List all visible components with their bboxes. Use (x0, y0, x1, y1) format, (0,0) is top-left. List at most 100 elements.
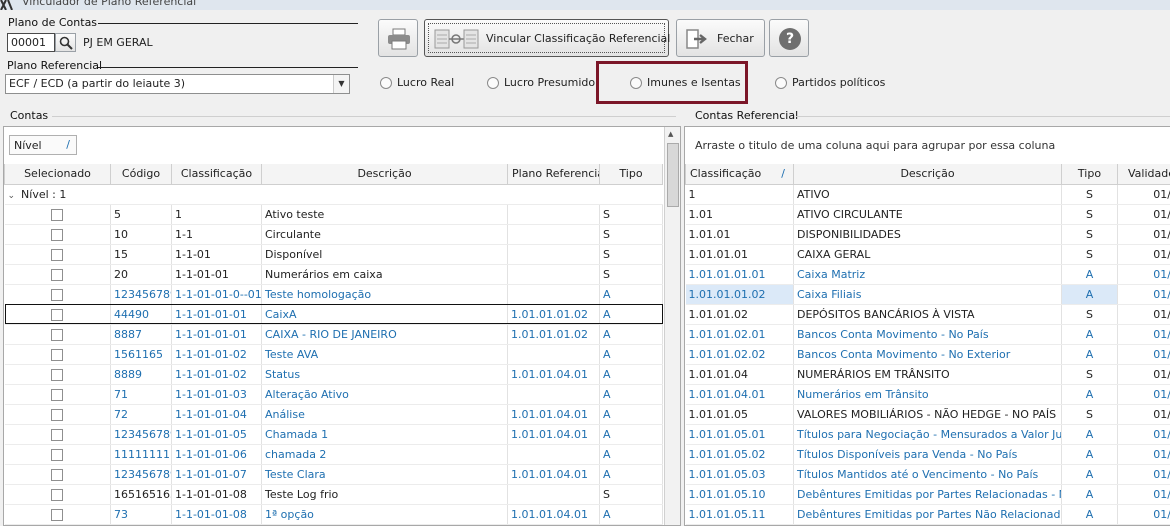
column-header[interactable]: Descrição (793, 164, 1062, 185)
search-button[interactable] (55, 33, 76, 52)
link-classification-icon (434, 29, 479, 49)
scroll-thumb[interactable] (667, 143, 679, 207)
cell-descricao: NUMERÁRIOS EM TRÂNSITO (793, 364, 1062, 385)
table-row[interactable]: 1.01.01.01.01Caixa MatrizA01/01 (685, 264, 1170, 285)
help-button[interactable]: ? (769, 19, 809, 57)
radio-partidos-politicos[interactable]: Partidos políticos (775, 76, 885, 89)
table-row[interactable]: 1.01.01.04NUMERÁRIOS EM TRÂNSITOS01/01 (685, 364, 1170, 385)
table-row[interactable]: 8887 1-1-01-01-01 CAIXA - RIO DE JANEIRO 1.… (4, 324, 663, 345)
column-header-label: Validade (1128, 167, 1170, 181)
cell-classificacao: 1-1-01-01-02 (171, 344, 262, 365)
row-checkbox[interactable] (51, 468, 64, 481)
exit-door-icon (686, 29, 707, 49)
row-checkbox[interactable] (51, 368, 64, 381)
cell-classificacao: 1-1 (171, 224, 262, 245)
divider (98, 23, 358, 24)
table-row[interactable]: 1.01.01DISPONIBILIDADESS01/01 (685, 224, 1170, 245)
row-checkbox[interactable] (51, 348, 64, 361)
row-checkbox[interactable] (51, 288, 64, 301)
radio-lucro-real[interactable]: Lucro Real (380, 76, 454, 89)
cell-validade: 01/01 (1117, 424, 1170, 445)
row-checkbox[interactable] (51, 248, 64, 261)
table-row[interactable]: 1.01.01.05.11 Debêntures Emitidas por Par… (685, 504, 1170, 525)
row-checkbox[interactable] (51, 308, 64, 321)
table-row[interactable]: 1.01.01.05.02 Títulos Disponíveis para Ve… (685, 444, 1170, 465)
fechar-button[interactable]: Fechar (676, 19, 765, 57)
table-row[interactable]: 44490 1-1-01-01-01 CaixA 1.01.01.01.02 A (4, 304, 663, 325)
cell-descricao: Títulos Mantidos até o Vencimento - No P… (793, 464, 1062, 485)
column-header[interactable]: Validade (1117, 164, 1170, 185)
vincular-classificacao-button[interactable]: Vincular Classificação Referencial (424, 19, 670, 57)
row-checkbox[interactable] (51, 488, 64, 501)
column-header[interactable]: Tipo (1061, 164, 1118, 185)
row-checkbox[interactable] (51, 508, 64, 521)
table-row[interactable]: 5 1 Ativo teste S (4, 204, 663, 225)
radio-lucro-presumido[interactable]: Lucro Presumido (487, 76, 595, 89)
row-checkbox[interactable] (51, 228, 64, 241)
plano-referencial-select[interactable]: ECF / ECD (a partir do leiaute 3) ▼ (5, 74, 350, 94)
table-row[interactable]: 1.01.01.02.01 Bancos Conta Movimento - No… (685, 324, 1170, 345)
table-row[interactable]: 1.01.01.01CAIXA GERALS01/01 (685, 244, 1170, 265)
row-checkbox[interactable] (51, 428, 64, 441)
contas-scrollbar[interactable]: ▲ (664, 127, 680, 525)
row-checkbox[interactable] (51, 448, 64, 461)
cell-tipo: S (1061, 244, 1118, 265)
table-row[interactable]: 1.01.01.02 DEPÓSITOS BANCÁRIOS À VISTA S 01… (685, 304, 1170, 325)
table-row[interactable]: 11111111.11-1-01-01-06chamada 2 A (4, 444, 663, 465)
print-button[interactable] (378, 19, 418, 57)
table-row[interactable]: 123456789 1-1-01-01-05 Chamada 1 1.01.01.04… (4, 424, 663, 445)
cell-tipo: S (599, 484, 663, 505)
group-chip-nivel[interactable]: Nível / (9, 135, 77, 155)
row-checkbox[interactable] (51, 208, 64, 221)
table-row[interactable]: 1.01.01.05.01 Títulos para Negociação - M… (685, 424, 1170, 445)
table-row[interactable]: 1.01.01.05.10 Debêntures Emitidas por Par… (685, 484, 1170, 505)
table-row[interactable]: 71 1-1-01-01-03 Alteração Ativo A (4, 384, 663, 405)
scroll-up-icon[interactable]: ▲ (668, 130, 673, 138)
cell-classificacao: 1.01.01.04.01 (685, 384, 794, 405)
cell-plano-referencial (507, 204, 600, 225)
column-header[interactable]: Plano Referencial (507, 164, 600, 185)
cell-descricao: VALORES MOBILIÁRIOS - NÃO HEDGE - NO PAÍ… (793, 404, 1062, 425)
row-checkbox[interactable] (51, 328, 64, 341)
table-row[interactable]: 1ATIVOS01/01 (685, 184, 1170, 205)
table-row[interactable]: 8889 1-1-01-01-02 Status 1.01.01.04.01 A (4, 364, 663, 385)
cell-tipo: A (1061, 444, 1118, 465)
table-row[interactable]: 1.01.01.01.02Caixa FiliaisA01/01 (685, 284, 1170, 305)
table-row[interactable]: 1.01.01.02.02 Bancos Conta Movimento - No… (685, 344, 1170, 365)
table-row[interactable]: 123456789 1-1-01-01-0--01 Teste homologaçã… (4, 284, 663, 305)
plano-contas-code-input[interactable]: 00001 (7, 33, 55, 52)
table-row[interactable]: 165165165 1-1-01-01-08 Teste Log frio S (4, 484, 663, 505)
column-header[interactable]: Classificação / (685, 164, 794, 185)
table-row[interactable]: 1561165 1-1-01-01-02 Teste AVA A (4, 344, 663, 365)
table-row[interactable]: 10 1-1 Circulante S (4, 224, 663, 245)
table-row[interactable]: 15 1-1-01 Disponível S (4, 244, 663, 265)
cell-descricao: DEPÓSITOS BANCÁRIOS À VISTA (793, 304, 1062, 325)
cell-codigo: 8889 (110, 364, 172, 385)
cell-descricao: DISPONIBILIDADES (793, 224, 1062, 245)
column-header[interactable]: Selecionado (4, 164, 111, 185)
row-checkbox[interactable] (51, 268, 64, 281)
cell-codigo: 123456789 (110, 464, 172, 485)
cell-descricao: Disponível (261, 244, 508, 265)
table-row[interactable]: 1.01.01.04.01Numerários em TrânsitoA01/0… (685, 384, 1170, 405)
radio-imunes-isentas[interactable]: Imunes e Isentas (630, 76, 741, 89)
column-header[interactable]: Classificação (171, 164, 262, 185)
column-header[interactable]: Código (110, 164, 172, 185)
dropdown-arrow-icon[interactable]: ▼ (333, 75, 349, 93)
column-header[interactable]: Tipo (599, 164, 663, 185)
table-row[interactable]: 20 1-1-01-01 Numerários em caixa S (4, 264, 663, 285)
cell-descricao: Debêntures Emitidas por Partes Não Relac… (793, 504, 1062, 525)
group-row[interactable]: ⌄ Nível : 1 (4, 184, 663, 205)
table-row[interactable]: 1.01.01.05 VALORES MOBILIÁRIOS - NÃO HEDG… (685, 404, 1170, 425)
table-row[interactable]: 1.01ATIVO CIRCULANTES01/01 (685, 204, 1170, 225)
table-row[interactable]: 73 1-1-01-01-08 1ª opção 1.01.01.04.01 A (4, 504, 663, 525)
table-row[interactable]: 123456789 1-1-01-01-07 Teste Clara 1.01.01.… (4, 464, 663, 485)
row-checkbox[interactable] (51, 388, 64, 401)
cell-classificacao: 1-1-01-01-05 (171, 424, 262, 445)
table-row[interactable]: 1.01.01.05.03 Títulos Mantidos até o Venc… (685, 464, 1170, 485)
cell-classificacao: 1.01.01.05.02 (685, 444, 794, 465)
table-row[interactable]: 72 1-1-01-01-04 Análise 1.01.01.04.01 A (4, 404, 663, 425)
cell-tipo: A (599, 404, 663, 425)
column-header[interactable]: Descrição (261, 164, 508, 185)
row-checkbox[interactable] (51, 408, 64, 421)
